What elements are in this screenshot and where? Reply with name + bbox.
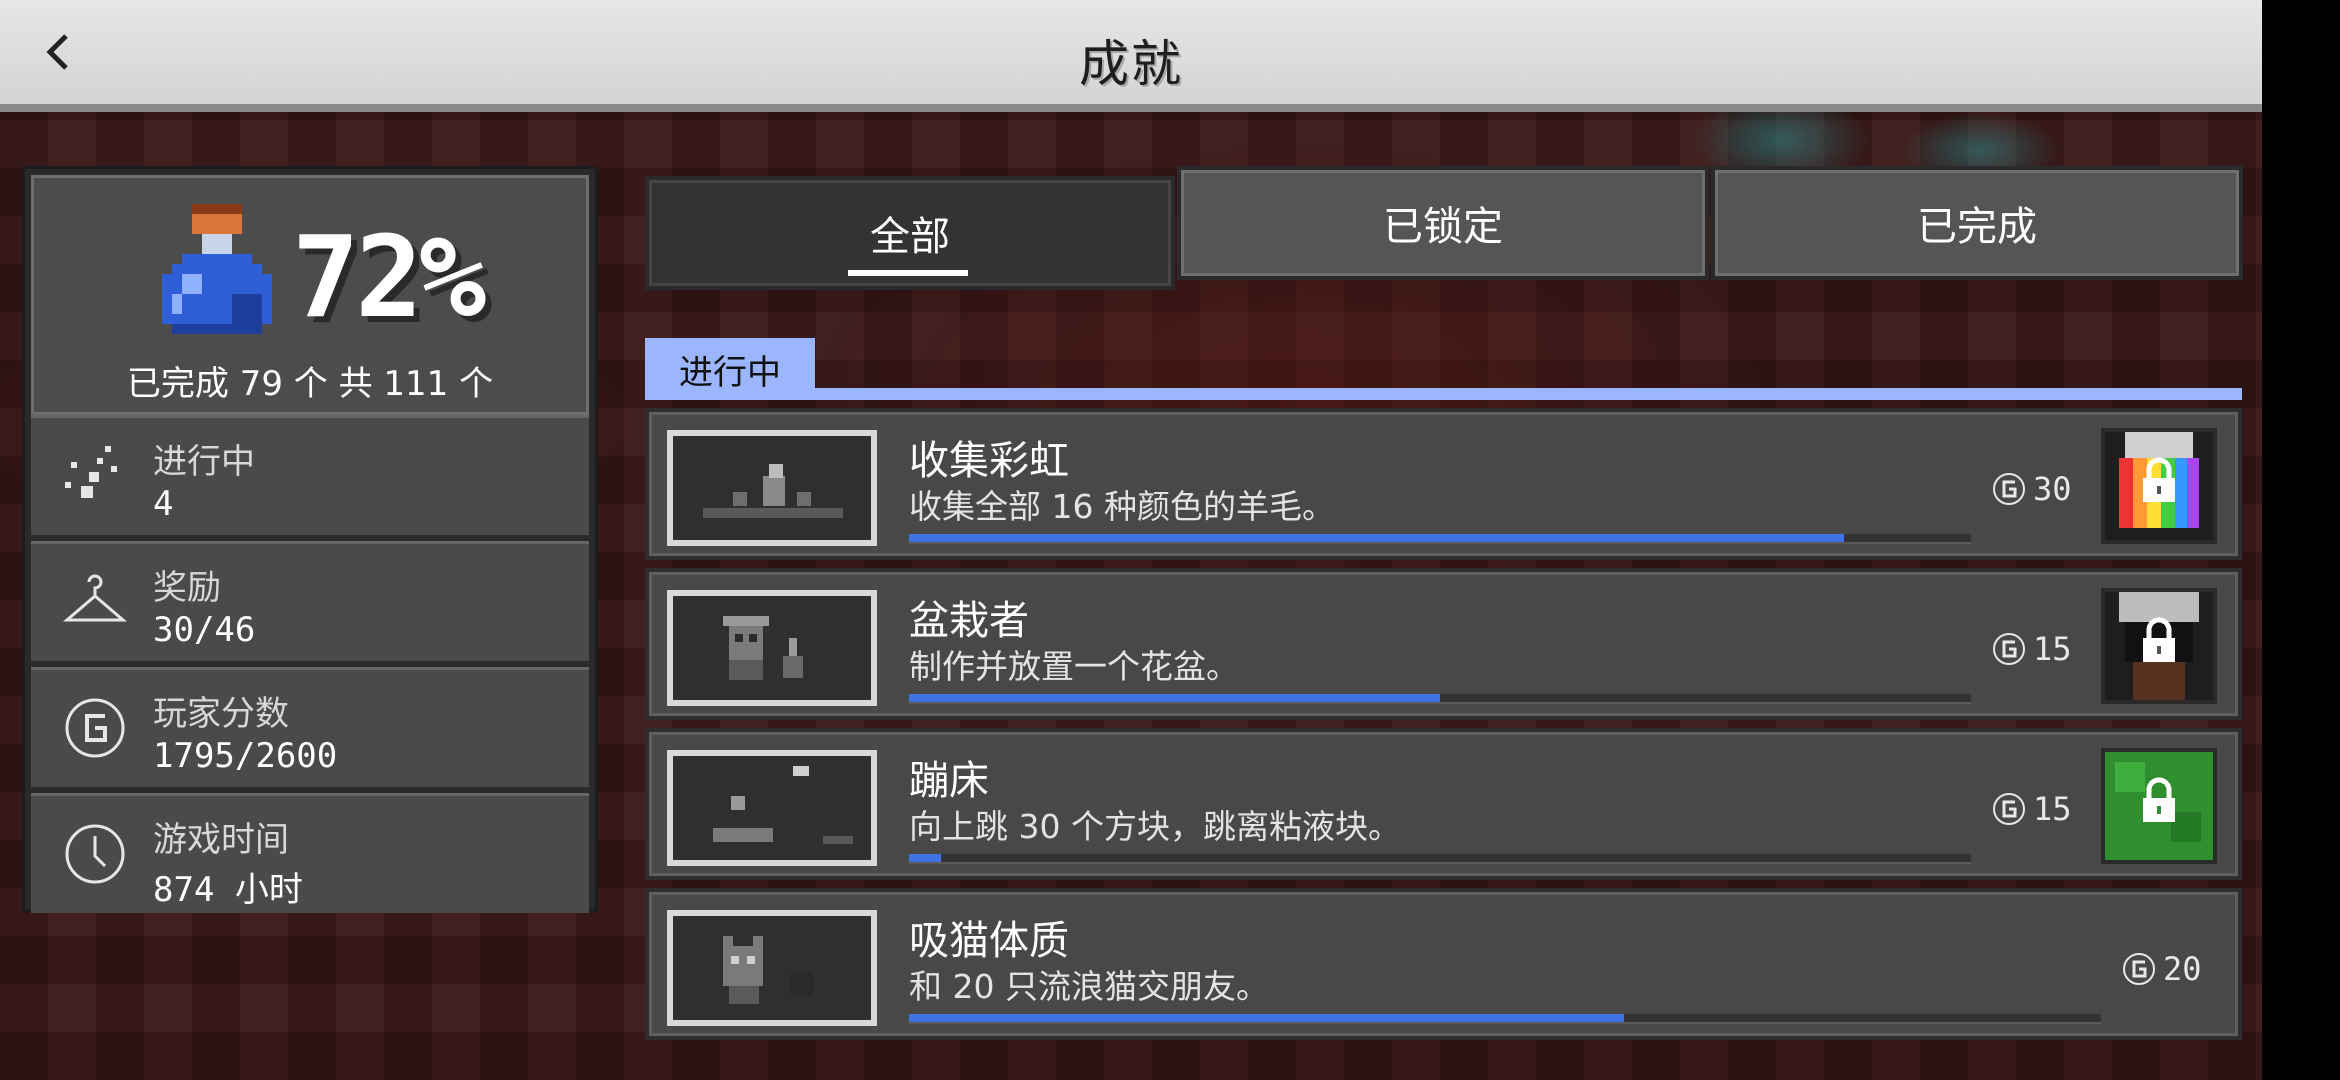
section-label: 进行中 [645, 338, 815, 400]
completion-count: 已完成 79 个 共 111 个 [126, 364, 494, 404]
completion-summary: 72% 已完成 79 个 共 111 个 [31, 175, 589, 415]
stat-rewards: 奖励 30/46 [31, 541, 589, 661]
points-value: 30 [2033, 470, 2072, 508]
progress-fill [909, 694, 1440, 702]
achievement-title: 吸猫体质 [909, 918, 1069, 964]
achievement-image [667, 910, 877, 1026]
achievement-description: 和 20 只流浪猫交朋友。 [909, 967, 1269, 1006]
progress-bar [909, 854, 1971, 864]
active-tab-indicator [848, 270, 968, 276]
achievement-image [667, 590, 877, 706]
achievement-points: 30 [1991, 470, 2072, 508]
gamerscore-icon [2123, 953, 2155, 985]
tab-label: 已锁定 [1383, 204, 1503, 250]
points-value: 15 [2033, 790, 2072, 828]
achievement-points: 15 [1991, 630, 2072, 668]
stat-label: 奖励 [153, 568, 221, 608]
stat-playtime: 游戏时间 874 小时 [31, 793, 589, 913]
progress-fill [909, 854, 941, 862]
reward-hat[interactable] [2101, 588, 2217, 704]
achievement-row[interactable]: 收集彩虹 收集全部 16 种颜色的羊毛。 30 [645, 408, 2242, 560]
reward-slime-head[interactable] [2101, 748, 2217, 864]
gamerscore-icon [1993, 633, 2025, 665]
achievement-title: 盆栽者 [909, 598, 1029, 644]
achievement-points: 15 [1991, 790, 2072, 828]
stat-label: 游戏时间 [153, 820, 289, 860]
stat-value: 4 [153, 484, 174, 524]
points-value: 15 [2033, 630, 2072, 668]
progress-bar [909, 694, 1971, 704]
progress-bar [909, 534, 1971, 544]
sparkle-icon [65, 446, 117, 498]
stats-panel: 72% 已完成 79 个 共 111 个 进行中 4 奖励 30/46 玩家分数… [22, 166, 598, 913]
gamerscore-icon [1993, 793, 2025, 825]
gamerscore-icon [1993, 473, 2025, 505]
gamerscore-icon [65, 698, 125, 758]
hanger-icon [62, 574, 128, 622]
achievement-row[interactable]: 盆栽者 制作并放置一个花盆。 15 [645, 568, 2242, 720]
achievement-title: 收集彩虹 [909, 438, 1069, 484]
clock-icon [65, 824, 125, 884]
section-divider [645, 388, 2242, 400]
stat-value: 874 小时 [153, 870, 303, 910]
achievement-row[interactable]: 蹦床 向上跳 30 个方块，跳离粘液块。 15 [645, 728, 2242, 880]
stat-label: 进行中 [153, 442, 255, 482]
achievement-description: 收集全部 16 种颜色的羊毛。 [909, 487, 1335, 526]
achievement-description: 向上跳 30 个方块，跳离粘液块。 [909, 807, 1401, 846]
achievement-image [667, 430, 877, 546]
potion-icon [162, 204, 272, 334]
stat-gamerscore: 玩家分数 1795/2600 [31, 667, 589, 787]
achievement-title: 蹦床 [909, 758, 989, 804]
stat-value: 30/46 [153, 610, 256, 650]
progress-bar [909, 1014, 2101, 1024]
points-value: 20 [2163, 950, 2202, 988]
tab-label: 全部 [870, 214, 950, 260]
achievement-image [667, 750, 877, 866]
tab-label: 已完成 [1917, 204, 2037, 250]
progress-fill [909, 1014, 1625, 1022]
achievement-points: 20 [2121, 950, 2202, 988]
reward-rainbow-cape[interactable] [2101, 428, 2217, 544]
achievement-description: 制作并放置一个花盆。 [909, 647, 1239, 686]
tab-locked[interactable]: 已锁定 [1177, 166, 1709, 280]
stat-label: 玩家分数 [153, 694, 289, 734]
completion-percent: 72% [292, 213, 486, 343]
progress-fill [909, 534, 1844, 542]
screen-edge [2262, 0, 2340, 1080]
stat-in-progress: 进行中 4 [31, 415, 589, 535]
tab-completed[interactable]: 已完成 [1711, 166, 2243, 280]
header-bar: 成就 [0, 0, 2262, 112]
page-title: 成就 [1079, 35, 1183, 93]
stat-value: 1795/2600 [153, 736, 338, 776]
achievement-row[interactable]: 吸猫体质 和 20 只流浪猫交朋友。 20 [645, 888, 2242, 1040]
